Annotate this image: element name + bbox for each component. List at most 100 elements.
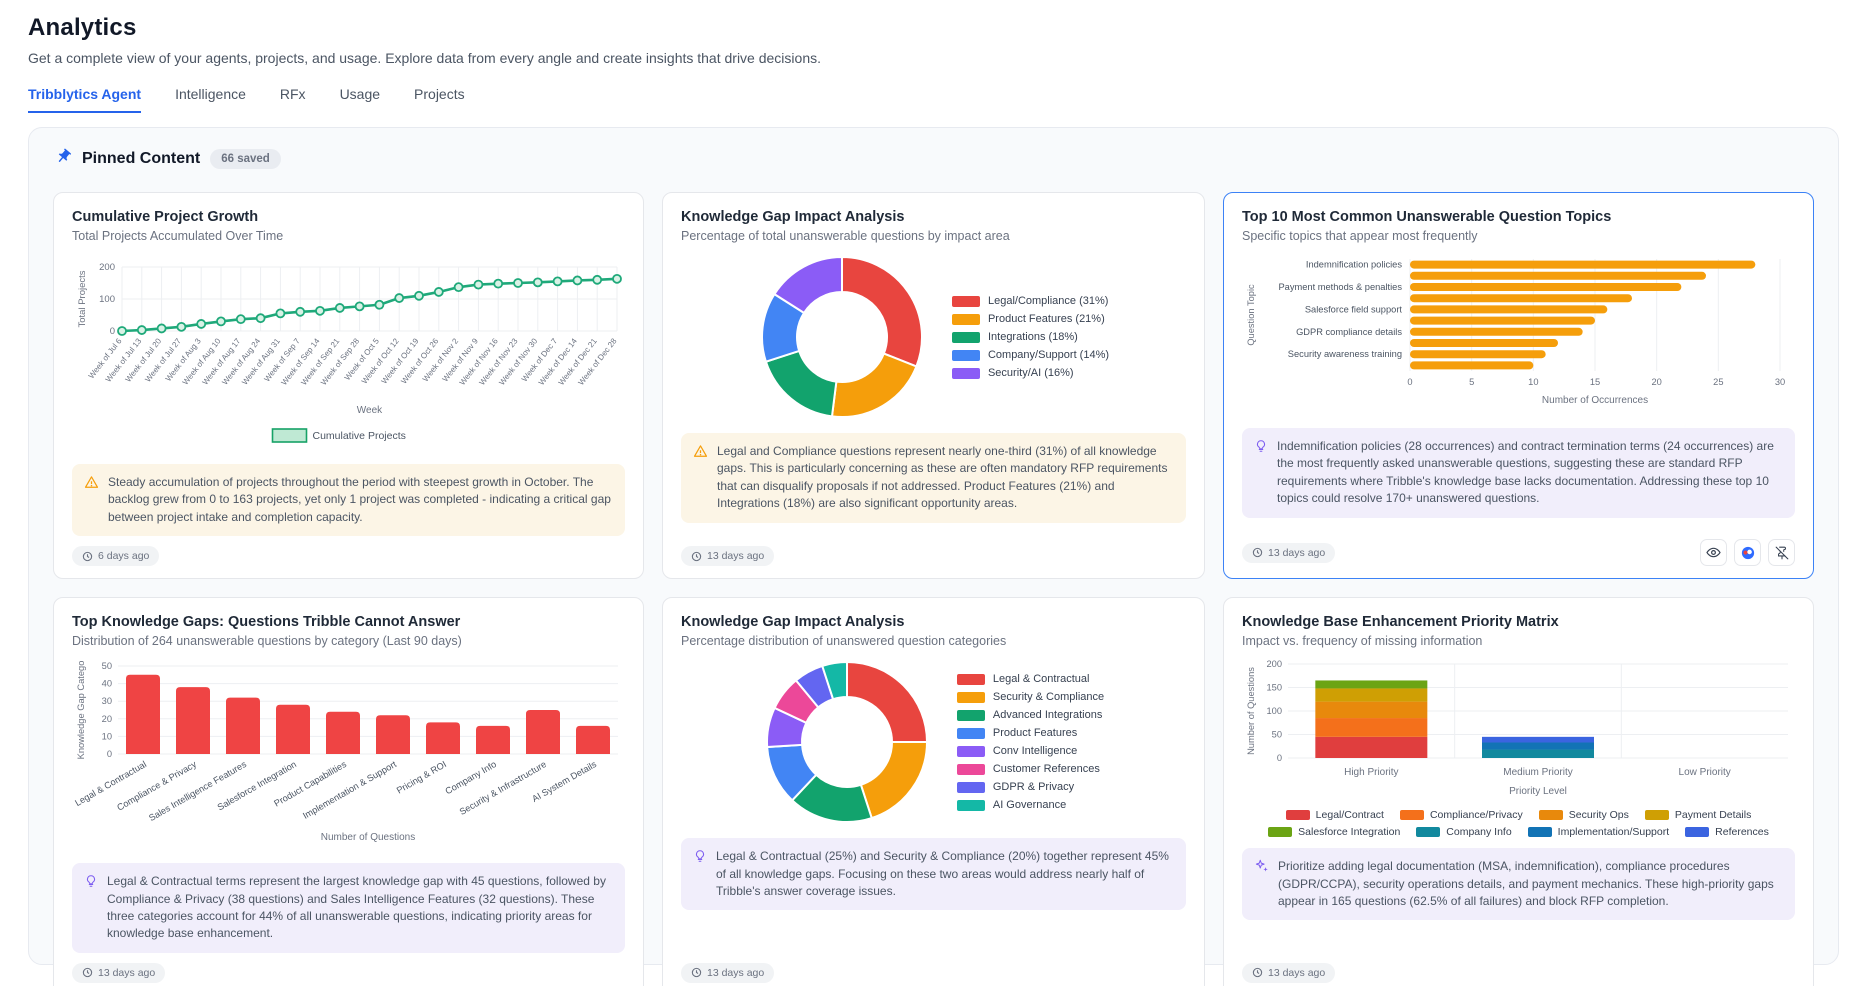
view-button[interactable] bbox=[1700, 539, 1727, 566]
pinned-content-header: Pinned Content 66 saved bbox=[53, 148, 1814, 170]
insight-text: Legal & Contractual (25%) and Security &… bbox=[716, 848, 1174, 900]
tab-rfx[interactable]: RFx bbox=[280, 86, 306, 113]
svg-text:Knowledge Gap Catego: Knowledge Gap Catego bbox=[76, 661, 86, 760]
svg-text:0: 0 bbox=[110, 326, 115, 337]
svg-text:20: 20 bbox=[1651, 377, 1661, 387]
unpin-button[interactable] bbox=[1768, 539, 1795, 566]
svg-text:Security awareness training: Security awareness training bbox=[1288, 349, 1402, 359]
svg-text:Low Priority: Low Priority bbox=[1679, 767, 1731, 778]
card-knowledge-gap-impact-analysis-2[interactable]: Knowledge Gap Impact Analysis Percentage… bbox=[662, 597, 1205, 986]
svg-text:0: 0 bbox=[107, 749, 112, 759]
svg-text:20: 20 bbox=[102, 714, 112, 724]
line-chart: 0100200Week of Jul 6Week of Jul 13Week o… bbox=[72, 251, 625, 454]
insight-box: Prioritize adding legal documentation (M… bbox=[1242, 848, 1795, 920]
pinned-content-title: Pinned Content bbox=[82, 150, 200, 168]
insight-box: Indemnification policies (28 occurrences… bbox=[1242, 428, 1795, 518]
svg-text:GDPR compliance details: GDPR compliance details bbox=[1296, 327, 1402, 337]
insight-text: Steady accumulation of projects througho… bbox=[108, 474, 613, 526]
insight-text: Legal & Contractual terms represent the … bbox=[107, 873, 613, 943]
saved-count-badge: 66 saved bbox=[210, 149, 281, 169]
warning-icon bbox=[84, 475, 99, 526]
svg-text:Number of Questions: Number of Questions bbox=[321, 832, 416, 843]
palette-button[interactable] bbox=[1734, 539, 1761, 566]
card-footer: 13 days ago bbox=[681, 536, 1186, 566]
svg-text:High Priority: High Priority bbox=[1344, 767, 1398, 778]
card-top-knowledge-gaps[interactable]: Top Knowledge Gaps: Questions Tribble Ca… bbox=[53, 597, 644, 986]
timestamp-badge: 13 days ago bbox=[1242, 543, 1335, 563]
card-footer: 13 days ago bbox=[1242, 529, 1795, 566]
card-footer: 13 days ago bbox=[72, 953, 625, 983]
card-title: Top 10 Most Common Unanswerable Question… bbox=[1242, 209, 1795, 225]
insight-text: Indemnification policies (28 occurrences… bbox=[1277, 438, 1783, 508]
svg-text:50: 50 bbox=[102, 661, 112, 671]
timestamp-badge: 6 days ago bbox=[72, 546, 159, 566]
svg-text:30: 30 bbox=[1775, 377, 1785, 387]
horizontal-bar-chart: 051015202530Indemnification policiesPaym… bbox=[1242, 251, 1795, 418]
svg-text:Medium Priority: Medium Priority bbox=[1503, 767, 1572, 778]
svg-text:150: 150 bbox=[1266, 683, 1282, 693]
card-subtitle: Distribution of 264 unanswerable questio… bbox=[72, 634, 625, 648]
card-actions bbox=[1700, 539, 1795, 566]
svg-text:Cumulative Projects: Cumulative Projects bbox=[313, 430, 406, 442]
svg-text:0: 0 bbox=[1277, 753, 1282, 763]
card-subtitle: Total Projects Accumulated Over Time bbox=[72, 229, 625, 243]
svg-text:10: 10 bbox=[1528, 377, 1538, 387]
page-title: Analytics bbox=[28, 14, 1839, 42]
svg-text:Indemnification policies: Indemnification policies bbox=[1306, 260, 1402, 270]
svg-text:30: 30 bbox=[102, 696, 112, 706]
svg-text:100: 100 bbox=[99, 294, 115, 305]
svg-text:Total Projects: Total Projects bbox=[77, 270, 88, 327]
card-top-10-unanswerable-topics[interactable]: Top 10 Most Common Unanswerable Question… bbox=[1223, 192, 1814, 579]
card-title: Knowledge Gap Impact Analysis bbox=[681, 209, 1186, 225]
svg-text:5: 5 bbox=[1469, 377, 1474, 387]
card-kb-enhancement-priority-matrix[interactable]: Knowledge Base Enhancement Priority Matr… bbox=[1223, 597, 1814, 986]
eye-icon bbox=[1706, 546, 1721, 559]
clock-icon bbox=[82, 551, 93, 562]
card-knowledge-gap-impact-analysis-1[interactable]: Knowledge Gap Impact Analysis Percentage… bbox=[662, 192, 1205, 579]
insight-box: Steady accumulation of projects througho… bbox=[72, 464, 625, 536]
bar-chart: 01020304050Legal & ContractualCompliance… bbox=[72, 656, 625, 853]
svg-text:Pricing & ROI: Pricing & ROI bbox=[395, 759, 448, 795]
svg-text:10: 10 bbox=[102, 732, 112, 742]
svg-text:Implementation & Support: Implementation & Support bbox=[301, 759, 398, 821]
stacked-bar-chart: 050100150200High PriorityMedium Priority… bbox=[1242, 656, 1795, 838]
insight-box: Legal & Contractual terms represent the … bbox=[72, 863, 625, 953]
unpin-icon bbox=[1775, 546, 1789, 560]
svg-text:Security & Infrastructure: Security & Infrastructure bbox=[458, 759, 548, 817]
clock-icon bbox=[691, 551, 702, 562]
insight-box: Legal and Compliance questions represent… bbox=[681, 433, 1186, 523]
svg-text:100: 100 bbox=[1266, 706, 1282, 716]
svg-text:Week: Week bbox=[357, 405, 383, 416]
svg-text:Salesforce field support: Salesforce field support bbox=[1305, 304, 1403, 314]
card-title: Knowledge Base Enhancement Priority Matr… bbox=[1242, 614, 1795, 630]
insight-text: Prioritize adding legal documentation (M… bbox=[1278, 858, 1783, 910]
tab-bar: Tribblytics Agent Intelligence RFx Usage… bbox=[28, 86, 1839, 113]
tab-usage[interactable]: Usage bbox=[340, 86, 380, 113]
svg-text:15: 15 bbox=[1590, 377, 1600, 387]
pinned-content-panel: Pinned Content 66 saved Cumulative Proje… bbox=[28, 127, 1839, 965]
palette-icon bbox=[1741, 546, 1755, 560]
tab-tribblytics-agent[interactable]: Tribblytics Agent bbox=[28, 86, 141, 113]
donut-chart: Legal/Compliance (31%)Product Features (… bbox=[681, 251, 1186, 423]
card-footer: 13 days ago bbox=[1242, 953, 1795, 983]
card-subtitle: Percentage of total unanswerable questio… bbox=[681, 229, 1186, 243]
tab-projects[interactable]: Projects bbox=[414, 86, 465, 113]
svg-text:0: 0 bbox=[1407, 377, 1412, 387]
svg-text:200: 200 bbox=[99, 262, 115, 273]
clock-icon bbox=[1252, 967, 1263, 978]
svg-text:25: 25 bbox=[1713, 377, 1723, 387]
card-cumulative-project-growth[interactable]: Cumulative Project Growth Total Projects… bbox=[53, 192, 644, 579]
svg-text:Sales Intelligence Features: Sales Intelligence Features bbox=[147, 759, 248, 823]
svg-text:50: 50 bbox=[1272, 730, 1282, 740]
card-title: Knowledge Gap Impact Analysis bbox=[681, 614, 1186, 630]
svg-text:40: 40 bbox=[102, 679, 112, 689]
svg-text:Priority Level: Priority Level bbox=[1509, 786, 1567, 797]
tab-intelligence[interactable]: Intelligence bbox=[175, 86, 246, 113]
card-subtitle: Impact vs. frequency of missing informat… bbox=[1242, 634, 1795, 648]
lightbulb-icon bbox=[84, 874, 98, 943]
clock-icon bbox=[1252, 547, 1263, 558]
sparkles-icon bbox=[1254, 859, 1269, 910]
card-subtitle: Percentage distribution of unanswered qu… bbox=[681, 634, 1186, 648]
svg-text:Number of Occurrences: Number of Occurrences bbox=[1542, 395, 1648, 406]
svg-text:Question Topic: Question Topic bbox=[1246, 284, 1256, 346]
